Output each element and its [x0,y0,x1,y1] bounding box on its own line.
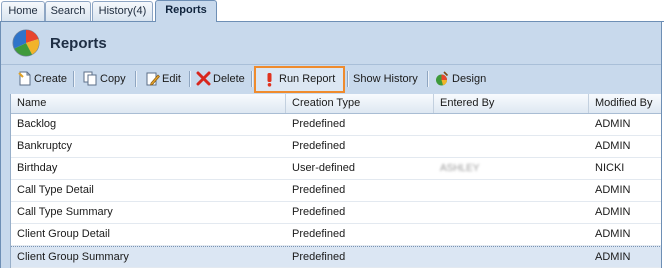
cell-modified-by: ADMIN [595,251,631,263]
toolbar-separator [189,71,191,87]
edit-button[interactable]: Edit [143,68,185,90]
toolbar: Create Copy Edit Delete Run Report Show … [1,64,661,94]
table-row[interactable]: Bankruptcy Predefined ADMIN [11,136,661,158]
design-icon [436,71,449,86]
edit-label: Edit [162,73,181,85]
cell-modified-by: ADMIN [595,140,631,152]
run-report-button[interactable]: Run Report [254,66,345,93]
copy-button[interactable]: Copy [81,68,131,90]
tab-search[interactable]: Search [45,1,91,21]
cell-entered-by [434,114,589,135]
cell-creation-type: Predefined [292,118,346,130]
cell-modified-by: ADMIN [595,206,631,218]
cell-entered-by [434,247,589,268]
column-header-name[interactable]: Name [11,94,286,113]
create-label: Create [34,73,68,85]
table-row[interactable]: Client Group Detail Predefined ADMIN [11,224,661,246]
table-row[interactable]: Birthday User-defined ASHLEY NICKI [11,158,661,180]
cell-creation-type: Predefined [292,251,346,263]
page-title: Reports [50,35,107,52]
cell-modified-by: ADMIN [595,228,631,240]
cell-creation-type: User-defined [292,162,355,174]
delete-x-icon [196,71,211,86]
cell-entered-by [434,180,589,201]
design-button[interactable]: Design [433,68,493,90]
exclamation-icon [267,73,272,87]
column-header-creation-type[interactable]: Creation Type [286,94,434,113]
cell-name: Client Group Summary [17,251,129,263]
reports-panel: Reports Create Copy Edit Delete Run Repo… [0,22,662,268]
cell-entered-by [434,136,589,157]
cell-modified-by: ADMIN [595,118,631,130]
delete-label: Delete [213,73,245,85]
pie-chart-icon [12,29,40,57]
table-row[interactable]: Backlog Predefined ADMIN [11,114,661,136]
delete-button[interactable]: Delete [195,68,249,90]
toolbar-separator [427,71,429,87]
tab-history[interactable]: History(4) [92,1,153,21]
reports-grid: Name Creation Type Entered By Modified B… [10,94,661,268]
table-row[interactable]: Call Type Summary Predefined ADMIN [11,202,661,224]
toolbar-separator [135,71,137,87]
toolbar-separator [73,71,75,87]
cell-entered-by: ASHLEY [440,163,480,174]
title-bar: Reports [1,22,661,64]
cell-entered-by [434,202,589,223]
create-button[interactable]: Create [15,68,69,90]
cell-modified-by: ADMIN [595,184,631,196]
cell-creation-type: Predefined [292,140,346,152]
show-history-button[interactable]: Show History [352,68,424,90]
toolbar-separator [347,71,349,87]
column-header-entered-by[interactable]: Entered By [434,94,589,113]
cell-name: Call Type Summary [17,206,113,218]
cell-name: Backlog [17,118,57,130]
copy-icon [83,71,97,86]
create-icon [18,71,31,86]
show-history-label: Show History [353,73,418,85]
column-header-modified-by[interactable]: Modified By [589,94,661,113]
grid-body: Backlog Predefined ADMIN Bankruptcy Pred… [11,114,661,268]
tab-strip: Home Search History(4) Reports [0,0,664,22]
cell-creation-type: Predefined [292,228,346,240]
cell-name: Birthday [17,162,58,174]
tab-home[interactable]: Home [1,1,45,21]
copy-label: Copy [100,73,126,85]
cell-modified-by: NICKI [595,162,625,174]
cell-entered-by [434,224,589,245]
cell-name: Call Type Detail [17,184,94,196]
table-row-selected[interactable]: Client Group Summary Predefined ADMIN [11,246,661,268]
run-report-label: Run Report [279,73,336,85]
cell-creation-type: Predefined [292,184,346,196]
design-label: Design [452,73,487,85]
table-row[interactable]: Call Type Detail Predefined ADMIN [11,180,661,202]
tab-reports[interactable]: Reports [155,0,217,22]
cell-name: Client Group Detail [17,228,110,240]
grid-header: Name Creation Type Entered By Modified B… [11,94,661,114]
toolbar-separator [251,71,253,87]
cell-creation-type: Predefined [292,206,346,218]
edit-icon [146,72,160,86]
cell-name: Bankruptcy [17,140,73,152]
